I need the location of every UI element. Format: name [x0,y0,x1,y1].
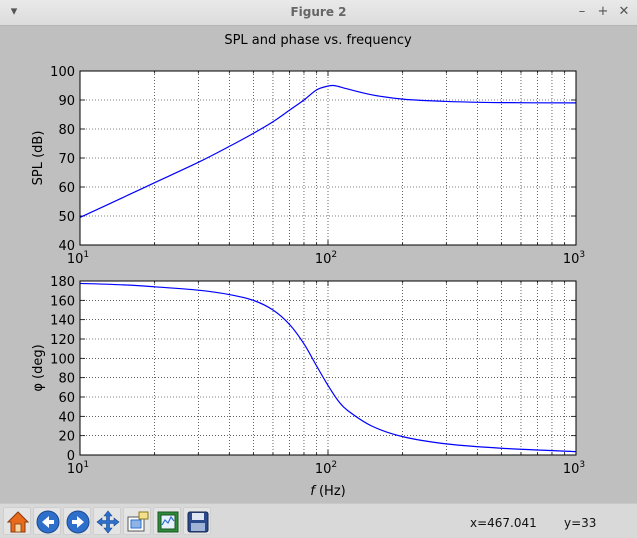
x-axis-label: f (Hz) [310,484,345,499]
title-bar: ▾ Figure 2 – + ✕ [0,0,637,26]
figure-canvas[interactable]: SPL and phase vs. frequency 40 50 60 70 80 90… [0,26,637,503]
y-tick-label: 20 [58,430,75,445]
home-icon [6,511,30,533]
y-tick-label: 100 [50,65,75,80]
save-button[interactable] [183,507,211,535]
maximize-icon[interactable]: + [595,4,611,20]
arrow-right-icon [66,510,90,534]
figure-suptitle: SPL and phase vs. frequency [224,33,412,48]
x-tick-label: 102 [315,460,337,477]
floppy-disk-icon [187,511,209,533]
y-axis-label: SPL (dB) [31,131,46,186]
x-tick-label: 103 [563,250,585,267]
y-tick-label: 180 [50,275,75,290]
y-coordinate-readout: y=33 [564,516,597,530]
y-tick-label: 80 [58,123,75,138]
home-button[interactable] [3,507,31,535]
zoom-rect-icon [127,511,149,532]
y-tick-label: 120 [50,333,75,348]
navigation-toolbar: x=467.041 y=33 [0,503,637,538]
y-tick-label: 140 [50,314,75,329]
x-tick-label: 101 [67,250,89,267]
y-tick-label: 100 [50,352,75,367]
y-tick-label: 40 [58,410,75,425]
y-tick-label: 70 [58,152,75,167]
x-tick-label: 102 [315,250,337,267]
y-tick-label: 80 [58,372,75,387]
subplots-button[interactable] [153,507,181,535]
zoom-button[interactable] [123,507,151,535]
pan-button[interactable] [93,507,121,535]
y-tick-label: 50 [58,210,75,225]
back-button[interactable] [33,507,61,535]
x-tick-label: 101 [67,460,89,477]
x-tick-label: 103 [563,460,585,477]
y-tick-label: 90 [58,94,75,109]
y-tick-label: 60 [58,181,75,196]
configure-subplots-icon [157,511,179,533]
close-icon[interactable]: ✕ [616,4,632,20]
y-axis-label: φ (deg) [31,344,46,391]
move-arrows-icon [96,510,120,534]
arrow-left-icon [36,510,60,534]
y-tick-label: 160 [50,294,75,309]
forward-button[interactable] [63,507,91,535]
minimize-icon[interactable]: – [574,4,590,20]
x-coordinate-readout: x=467.041 [470,516,537,530]
y-tick-label: 60 [58,391,75,406]
window-title: Figure 2 [290,5,347,19]
